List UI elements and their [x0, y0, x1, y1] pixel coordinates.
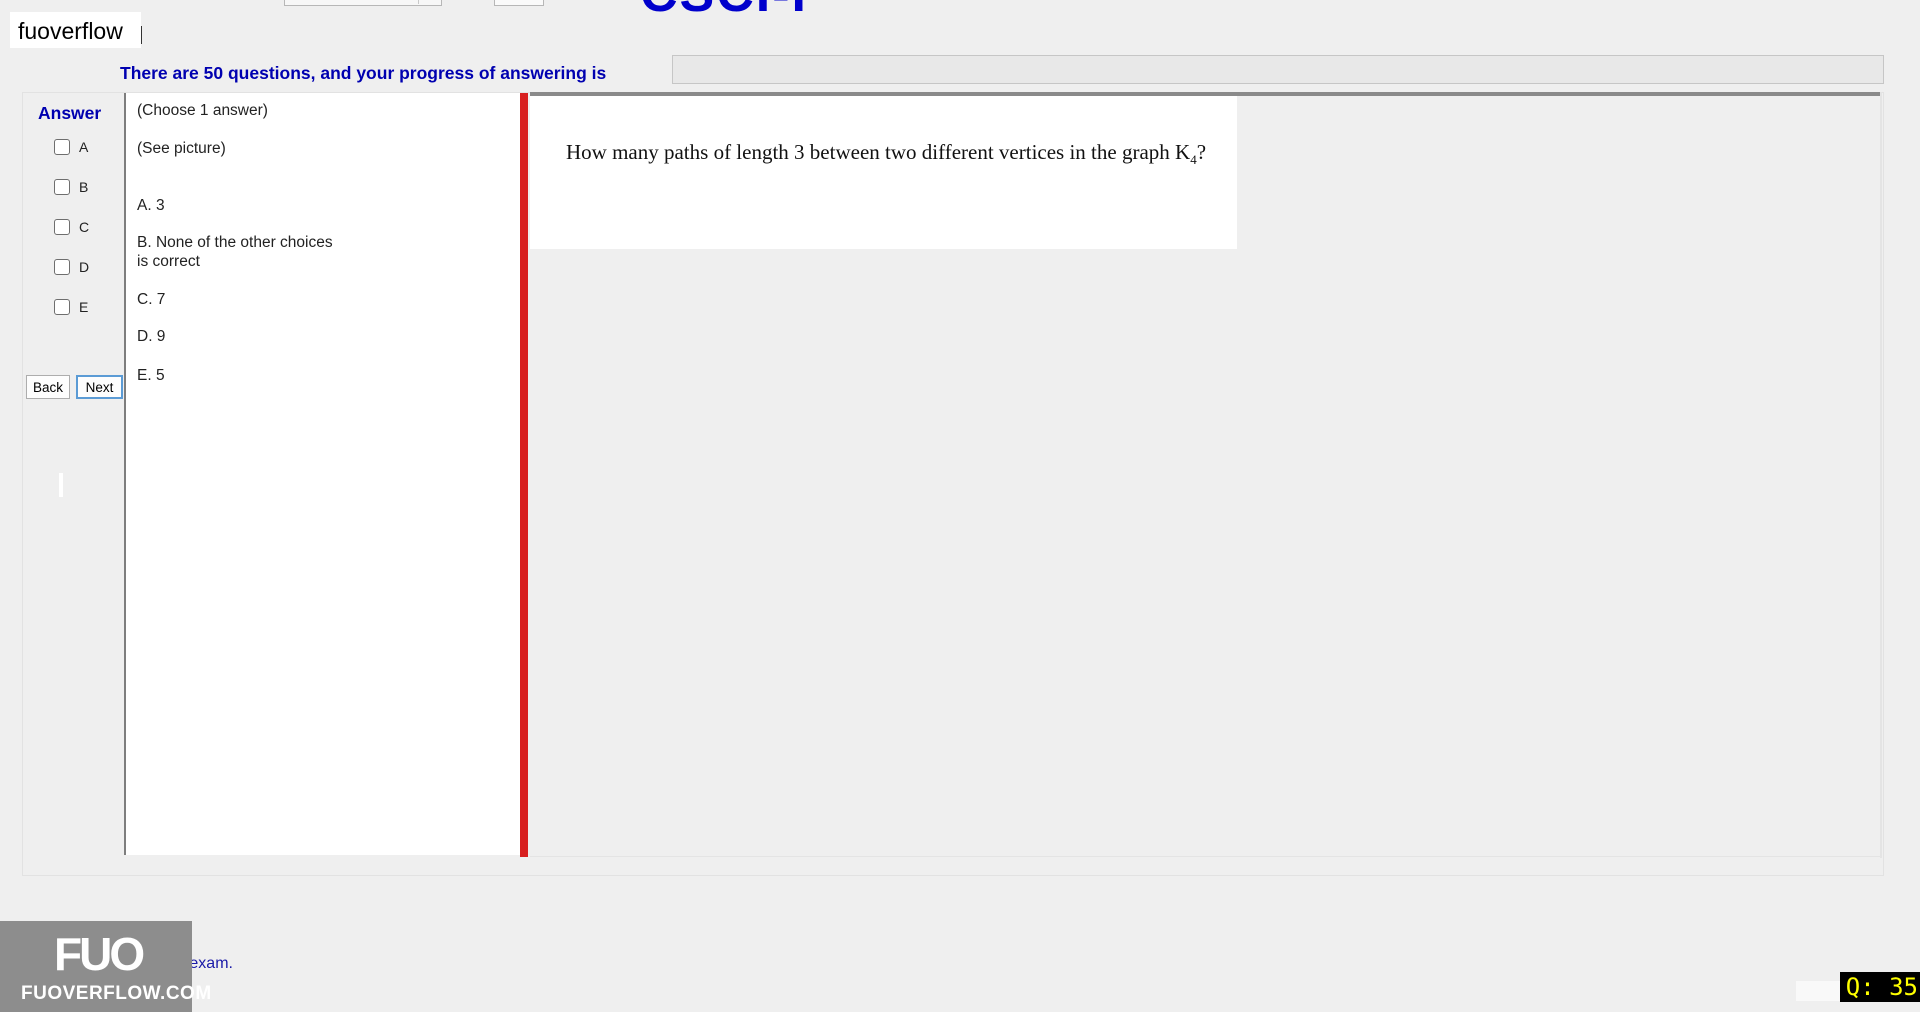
choose-instruction: (Choose 1 answer)	[137, 102, 268, 119]
answer-option-label: E	[79, 299, 89, 315]
logo-domain: FUOVERFLOW.COM	[21, 983, 212, 1004]
answer-option-label: B	[79, 179, 89, 195]
see-picture-note: (See picture)	[137, 140, 226, 157]
progress-bar	[672, 55, 1884, 84]
question-text-main: How many paths of length 3 between two d…	[566, 140, 1191, 164]
choice-c-text: C. 7	[137, 291, 166, 308]
checkbox[interactable]	[54, 259, 70, 275]
choice-e-text: E. 5	[137, 367, 165, 384]
answers-panel: (Choose 1 answer) (See picture) A. 3 B. …	[124, 93, 524, 855]
choice-d-text: D. 9	[137, 328, 166, 345]
answer-option-e[interactable]: E	[54, 299, 88, 315]
text-caret	[141, 26, 142, 44]
answer-option-label: D	[79, 259, 90, 275]
question-panel-bottom-border	[530, 856, 1882, 857]
brand-label: fuoverflow	[18, 18, 123, 44]
question-image: How many paths of length 3 between two d…	[530, 96, 1237, 249]
answer-option-label: A	[79, 139, 89, 155]
checkbox[interactable]	[54, 179, 70, 195]
scroll-marker	[59, 473, 63, 497]
answer-option-c[interactable]: C	[54, 219, 89, 235]
question-text: How many paths of length 3 between two d…	[566, 138, 1206, 174]
exam-code: CSCI-I	[640, 0, 808, 24]
chevron-down-icon[interactable]	[418, 0, 441, 4]
checkbox[interactable]	[54, 219, 70, 235]
answer-title: Answer	[38, 103, 102, 123]
choice-b-text: B. None of the other choices is correct	[137, 234, 333, 270]
question-counter: Q: 35	[1840, 972, 1920, 1002]
next-button[interactable]: Next	[76, 375, 123, 399]
back-button[interactable]: Back	[26, 375, 70, 399]
splitter-divider[interactable]	[520, 93, 528, 857]
question-text-end: ?	[1196, 140, 1207, 164]
progress-label: There are 50 questions, and your progres…	[120, 63, 607, 83]
logo-mark: FUO	[54, 928, 145, 980]
answer-option-d[interactable]: D	[54, 259, 89, 275]
counter-backdrop	[1796, 981, 1840, 1001]
answer-option-b[interactable]: B	[54, 179, 88, 195]
checkbox[interactable]	[54, 139, 70, 155]
answer-option-a[interactable]: A	[54, 139, 88, 155]
checkbox[interactable]	[54, 299, 70, 315]
question-panel-right-border	[1880, 92, 1882, 858]
answer-option-label: C	[79, 219, 90, 235]
choice-a-text: A. 3	[137, 197, 165, 214]
top-small-control[interactable]	[494, 0, 544, 6]
fuoverflow-logo: FUO FUOVERFLOW.COM	[0, 921, 211, 1012]
